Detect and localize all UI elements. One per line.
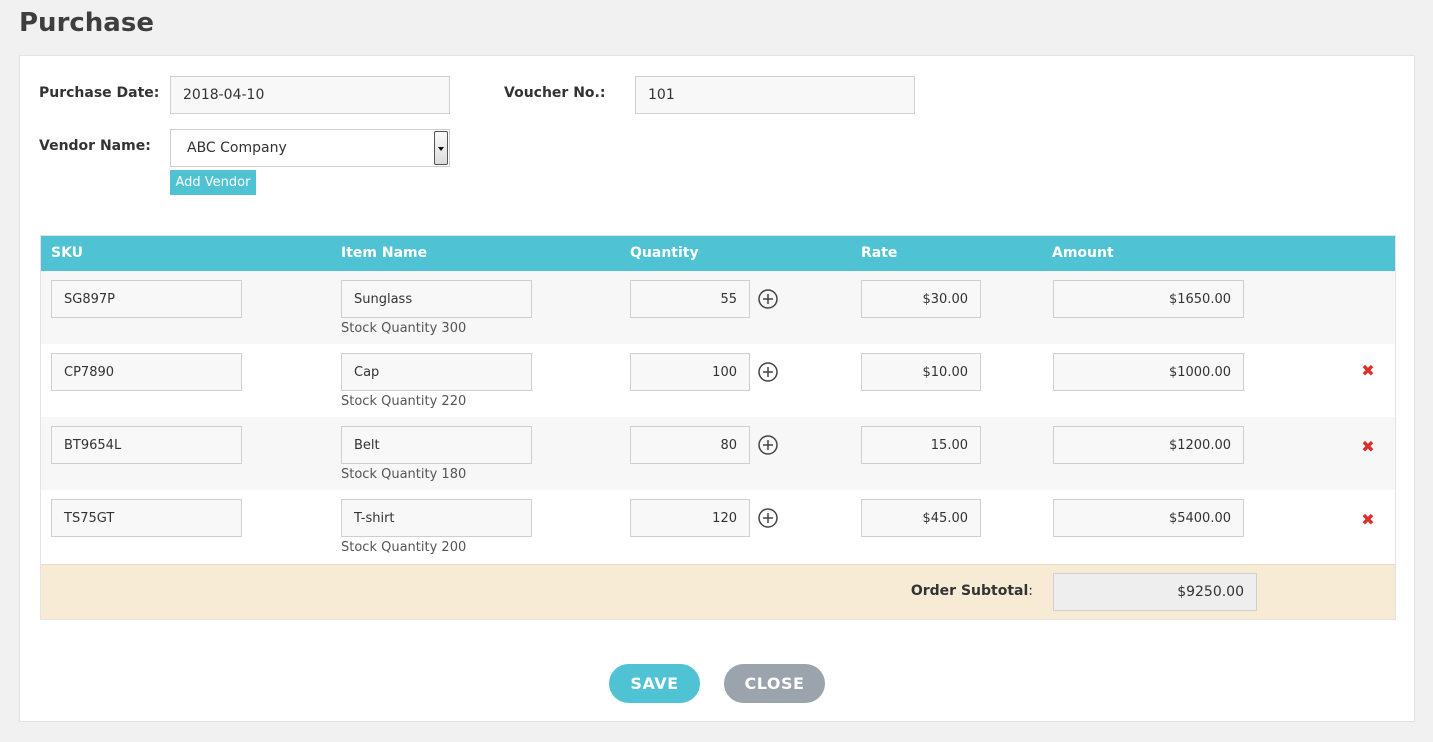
amount-input[interactable]: $1650.00 xyxy=(1053,280,1244,318)
delete-x-icon[interactable]: ✖ xyxy=(1361,439,1375,455)
header-rate: Rate xyxy=(861,245,898,261)
quantity-input[interactable]: 100 xyxy=(630,353,750,391)
stock-quantity: Stock Quantity 300 xyxy=(341,321,467,336)
purchase-date-label: Purchase Date: xyxy=(39,85,160,101)
chevron-down-icon[interactable] xyxy=(434,131,448,165)
subtotal-label: Order Subtotal: xyxy=(910,583,1033,599)
table-header: SKU Item Name Quantity Rate Amount xyxy=(41,236,1395,271)
vendor-select[interactable]: ABC Company xyxy=(170,129,450,167)
amount-input[interactable]: $1200.00 xyxy=(1053,426,1244,464)
table-row: CP7890 Cap Stock Quantity 220 100 $10.00… xyxy=(41,344,1395,417)
stock-quantity: Stock Quantity 200 xyxy=(341,540,467,555)
item-name-input[interactable]: Belt xyxy=(341,426,532,464)
table-row: TS75GT T-shirt Stock Quantity 200 120 $4… xyxy=(41,490,1395,563)
plus-circle-icon[interactable] xyxy=(758,289,778,309)
sku-input[interactable]: CP7890 xyxy=(51,353,242,391)
rate-input[interactable]: $45.00 xyxy=(861,499,981,537)
delete-x-icon[interactable]: ✖ xyxy=(1361,363,1375,379)
quantity-input[interactable]: 80 xyxy=(630,426,750,464)
sku-input[interactable]: TS75GT xyxy=(51,499,242,537)
plus-circle-icon[interactable] xyxy=(758,435,778,455)
add-vendor-button[interactable]: Add Vendor xyxy=(170,170,256,195)
table-row: SG897P Sunglass Stock Quantity 300 55 $3… xyxy=(41,271,1395,344)
quantity-input[interactable]: 55 xyxy=(630,280,750,318)
stock-quantity: Stock Quantity 180 xyxy=(341,467,467,482)
items-table: SKU Item Name Quantity Rate Amount SG897… xyxy=(40,235,1396,620)
item-name-input[interactable]: Sunglass xyxy=(341,280,532,318)
voucher-no-label: Voucher No.: xyxy=(504,85,606,101)
plus-circle-icon[interactable] xyxy=(758,508,778,528)
vendor-select-value: ABC Company xyxy=(187,140,287,156)
stock-quantity: Stock Quantity 220 xyxy=(341,394,467,409)
item-name-input[interactable]: T-shirt xyxy=(341,499,532,537)
subtotal-value: $9250.00 xyxy=(1053,573,1257,611)
rate-input[interactable]: $10.00 xyxy=(861,353,981,391)
quantity-input[interactable]: 120 xyxy=(630,499,750,537)
table-row: BT9654L Belt Stock Quantity 180 80 15.00… xyxy=(41,417,1395,490)
header-sku: SKU xyxy=(51,245,84,261)
rate-input[interactable]: $30.00 xyxy=(861,280,981,318)
page-title: Purchase xyxy=(19,8,154,38)
close-button[interactable]: CLOSE xyxy=(724,664,825,703)
header-quantity: Quantity xyxy=(630,245,699,261)
delete-x-icon[interactable]: ✖ xyxy=(1361,512,1375,528)
voucher-no-input[interactable]: 101 xyxy=(635,76,915,114)
purchase-form-card: Purchase Date: 2018-04-10 Voucher No.: 1… xyxy=(19,55,1415,722)
item-name-input[interactable]: Cap xyxy=(341,353,532,391)
header-amount: Amount xyxy=(1052,245,1114,261)
plus-circle-icon[interactable] xyxy=(758,362,778,382)
sku-input[interactable]: BT9654L xyxy=(51,426,242,464)
amount-input[interactable]: $5400.00 xyxy=(1053,499,1244,537)
amount-input[interactable]: $1000.00 xyxy=(1053,353,1244,391)
vendor-name-label: Vendor Name: xyxy=(39,138,151,154)
save-button[interactable]: SAVE xyxy=(609,664,700,703)
subtotal-row: Order Subtotal: $9250.00 xyxy=(41,564,1395,619)
rate-input[interactable]: 15.00 xyxy=(861,426,981,464)
header-item-name: Item Name xyxy=(341,245,428,261)
purchase-date-input[interactable]: 2018-04-10 xyxy=(170,76,450,114)
sku-input[interactable]: SG897P xyxy=(51,280,242,318)
